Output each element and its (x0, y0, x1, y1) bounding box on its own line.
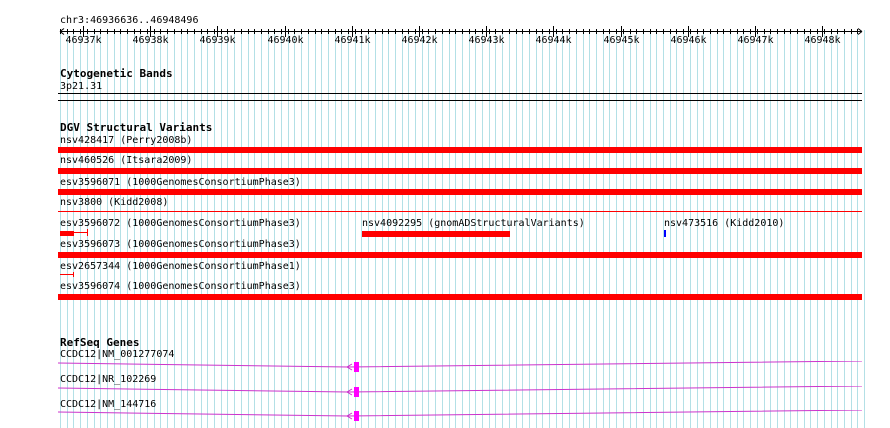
dgv-feature-line[interactable] (60, 274, 74, 275)
dgv-feature-bar[interactable] (60, 231, 74, 236)
ruler-tick-label: 46946k (670, 35, 707, 46)
dgv-feature-bar[interactable] (58, 294, 862, 300)
dgv-feature-bar[interactable] (58, 168, 862, 174)
dgv-feature-bar[interactable] (664, 230, 666, 237)
dgv-feature-label[interactable]: esv2657344 (1000GenomesConsortiumPhase1) (60, 261, 301, 273)
ruler-tick-label: 46938k (132, 35, 169, 46)
ruler-tick-label: 46943k (468, 35, 505, 46)
gene-model[interactable] (58, 410, 862, 424)
dgv-feature-bar[interactable] (58, 147, 862, 153)
ruler-tick-label: 46944k (535, 35, 572, 46)
dgv-feature-label[interactable]: esv3596073 (1000GenomesConsortiumPhase3) (60, 239, 301, 251)
dgv-feature-label[interactable]: nsv3800 (Kidd2008) (60, 197, 168, 209)
dgv-feature-bar[interactable] (58, 189, 862, 195)
cytoband-line-bottom (58, 100, 862, 101)
ruler-tick-label: 46942k (401, 35, 438, 46)
ruler-tick-label: 46941k (334, 35, 371, 46)
refseq-track-title[interactable]: RefSeq Genes (60, 336, 139, 349)
dgv-feature-line[interactable] (58, 211, 862, 212)
gene-model[interactable] (58, 361, 862, 375)
dgv-feature-label[interactable]: nsv428417 (Perry2008b) (60, 135, 192, 147)
ruler-tick-label: 46945k (603, 35, 640, 46)
gene-label[interactable]: CCDC12|NM_001277074 (60, 349, 174, 361)
ruler-tick-label: 46937k (65, 35, 102, 46)
cytoband-track-title[interactable]: Cytogenetic Bands (60, 67, 173, 80)
dgv-feature-end-tick (73, 272, 74, 277)
dgv-feature-label[interactable]: esv3596071 (1000GenomesConsortiumPhase3) (60, 177, 301, 189)
dgv-feature-label[interactable]: nsv4092295 (gnomADStructuralVariants) (362, 218, 585, 230)
dgv-track-title[interactable]: DGV Structural Variants (60, 121, 212, 134)
cytoband-label: 3p21.31 (60, 81, 103, 92)
dgv-feature-label[interactable]: nsv460526 (Itsara2009) (60, 155, 192, 167)
ruler-tick-label: 46939k (199, 35, 236, 46)
dgv-feature-end-tick (87, 229, 88, 236)
ruler-tick-label: 46948k (804, 35, 841, 46)
dgv-feature-label[interactable]: nsv473516 (Kidd2010) (664, 218, 784, 230)
dgv-feature-label[interactable]: esv3596074 (1000GenomesConsortiumPhase3) (60, 281, 301, 293)
gene-label[interactable]: CCDC12|NR_102269 (60, 374, 156, 386)
dgv-feature-connector (74, 232, 88, 233)
cytoband-line-top (58, 93, 862, 94)
dgv-feature-bar[interactable] (362, 231, 510, 237)
gene-model[interactable] (58, 386, 862, 400)
dgv-feature-bar[interactable] (58, 252, 862, 258)
ruler-tick-label: 46940k (267, 35, 304, 46)
dgv-feature-label[interactable]: esv3596072 (1000GenomesConsortiumPhase3) (60, 218, 301, 230)
ruler-tick-label: 46947k (737, 35, 774, 46)
genome-browser: chr3:46936636..46948496 46937k 46938k 4693… (0, 0, 890, 428)
